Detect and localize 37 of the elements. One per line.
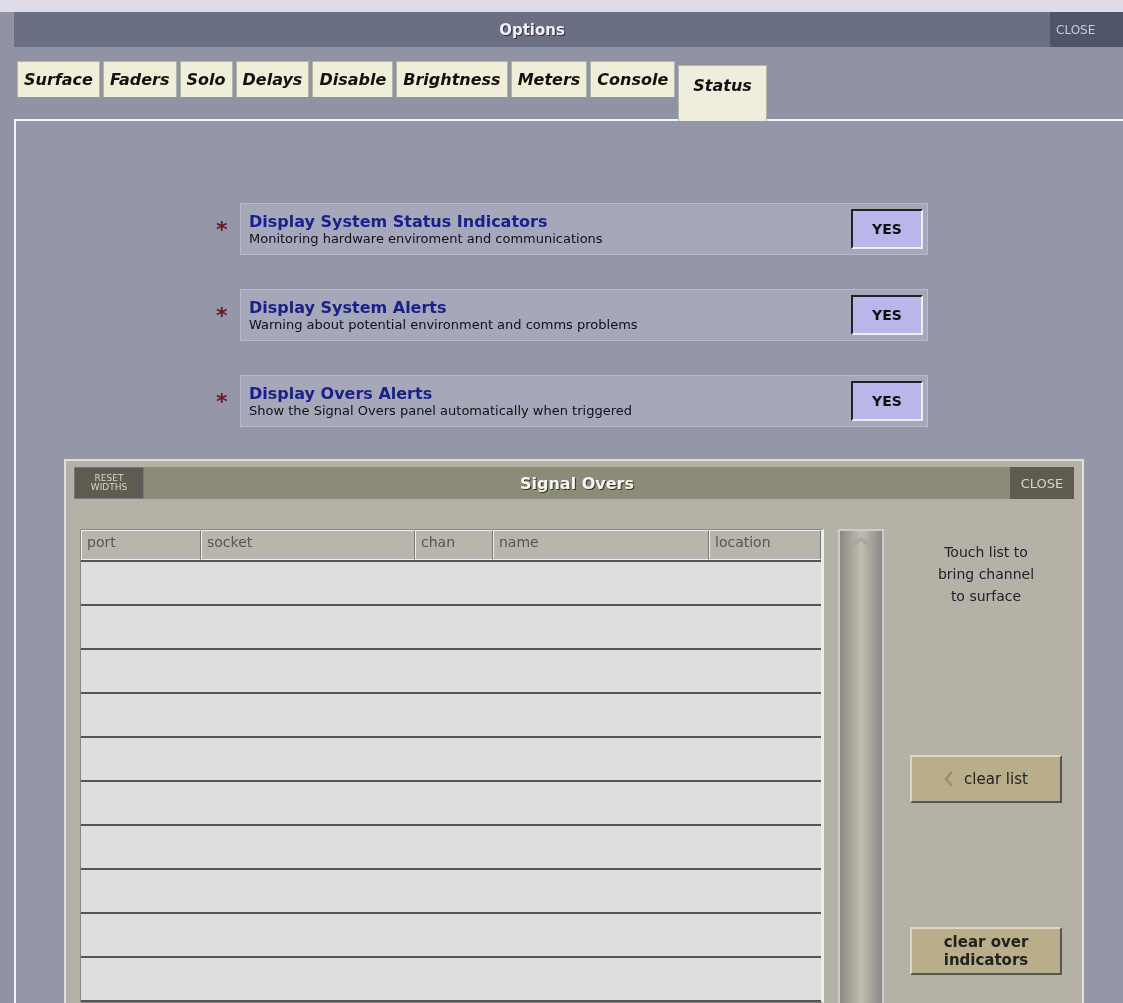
column-header: chan — [415, 530, 493, 560]
overs-table[interactable]: port socket chan name location — [80, 529, 824, 1003]
option-description: Warning about potential environment and comms problems — [249, 317, 639, 332]
column-header: socket — [201, 530, 415, 560]
column-header: location — [709, 530, 821, 560]
yes-button[interactable]: YES — [851, 381, 923, 421]
column-header: port — [81, 530, 201, 560]
panel-title: Signal Overs — [519, 472, 635, 495]
tab[interactable]: Solo — [179, 61, 233, 97]
required-marker: * — [216, 216, 229, 242]
tab[interactable]: Delays — [235, 61, 310, 97]
reset-widths-button[interactable]: RESET WIDTHS — [74, 467, 144, 499]
option-title: Display System Alerts — [249, 298, 448, 317]
option-title: Display Overs Alerts — [249, 384, 434, 403]
option-description: Show the Signal Overs panel automatically when triggered — [249, 403, 633, 418]
tab[interactable]: Disable — [312, 61, 394, 97]
close-button[interactable]: CLOSE — [1050, 12, 1123, 48]
yes-button[interactable]: YES — [851, 209, 923, 249]
tab[interactable]: Console — [590, 61, 676, 97]
required-marker: * — [216, 388, 229, 414]
yes-button[interactable]: YES — [851, 295, 923, 335]
clear-list-button[interactable]: clear list — [910, 755, 1062, 803]
close-button[interactable]: CLOSE — [1010, 467, 1074, 499]
tab[interactable]: Meters — [510, 61, 588, 97]
scrollbar[interactable] — [838, 529, 884, 1003]
clear-indicators-button[interactable]: clear over indicators — [910, 927, 1062, 975]
tab[interactable]: Faders — [102, 61, 177, 97]
option-description: Monitoring hardware enviroment and communications — [249, 231, 604, 246]
hint-text: Touch list to bring channel to surface — [936, 543, 1036, 606]
tab[interactable]: Brightness — [396, 61, 508, 97]
window-title: Options — [14, 12, 1050, 48]
tab[interactable]: Status — [678, 65, 767, 121]
left-chevron-icon — [944, 770, 955, 788]
column-header: name — [493, 530, 709, 560]
option-title: Display System Status Indicators — [249, 212, 549, 231]
tab[interactable]: Surface — [17, 61, 100, 97]
required-marker: * — [216, 302, 229, 328]
